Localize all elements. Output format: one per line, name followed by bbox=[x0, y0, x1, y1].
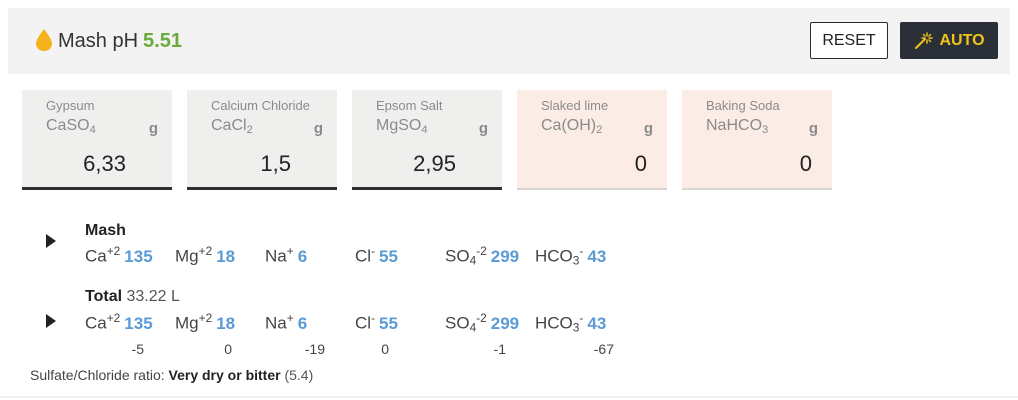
mash-ion-ca: Ca+2 135 bbox=[85, 244, 153, 266]
auto-button-label: AUTO bbox=[939, 31, 985, 49]
salt-name: Epsom Salt bbox=[376, 98, 443, 113]
calcium-chloride-amount-input[interactable]: 1,5 bbox=[260, 151, 291, 177]
gypsum-amount-input[interactable]: 6,33 bbox=[83, 151, 126, 177]
salt-formula: MgSO4 bbox=[376, 117, 428, 136]
diff-ca: -5 bbox=[131, 341, 144, 357]
mash-ph-value: 5.51 bbox=[143, 30, 182, 52]
diff-mg: 0 bbox=[224, 341, 232, 357]
reset-button-label: RESET bbox=[822, 31, 876, 49]
salt-name: Slaked lime bbox=[541, 98, 609, 113]
mash-ion-na: Na+ 6 bbox=[265, 244, 308, 266]
salt-formula: CaCl2 bbox=[211, 117, 253, 136]
salt-name: Calcium Chloride bbox=[211, 98, 310, 113]
salt-unit: g bbox=[478, 120, 488, 137]
total-ion-mg: Mg+2 18 bbox=[175, 311, 236, 333]
mash-ion-cl: Cl- 55 bbox=[355, 244, 398, 266]
salt-unit: g bbox=[148, 120, 158, 137]
mash-expand-toggle-icon[interactable] bbox=[46, 234, 56, 248]
salt-card-baking-soda: Baking Soda NaHCO3 g 0 bbox=[682, 90, 832, 190]
mash-ion-hco3: HCO3- 43 bbox=[535, 244, 607, 268]
mash-section-title: Mash bbox=[85, 222, 126, 239]
salt-card-slaked-lime: Slaked lime Ca(OH)2 g 0 bbox=[517, 90, 667, 190]
mash-ph-header: Mash pH 5.51 RESET AUTO bbox=[8, 8, 1010, 74]
total-ion-cl: Cl- 55 bbox=[355, 311, 398, 333]
diff-cl: 0 bbox=[381, 341, 389, 357]
reset-button[interactable]: RESET bbox=[810, 22, 888, 59]
total-expand-toggle-icon[interactable] bbox=[46, 314, 56, 328]
slaked-lime-amount-input[interactable]: 0 bbox=[635, 151, 647, 177]
total-ion-hco3: HCO3- 43 bbox=[535, 311, 607, 335]
mash-ph-display: Mash pH 5.51 bbox=[58, 30, 182, 53]
sulfate-chloride-ratio: Sulfate/Chloride ratio: Very dry or bitt… bbox=[30, 367, 314, 383]
total-ion-so4: SO4-2 299 bbox=[445, 311, 520, 335]
auto-button[interactable]: AUTO bbox=[900, 22, 998, 59]
mash-ion-mg: Mg+2 18 bbox=[175, 244, 236, 266]
salt-card-gypsum: Gypsum CaSO4 g 6,33 bbox=[22, 90, 172, 190]
total-ion-na: Na+ 6 bbox=[265, 311, 308, 333]
magic-wand-icon bbox=[915, 31, 934, 49]
total-section-title: Total 33.22 L bbox=[85, 288, 180, 305]
salt-formula: Ca(OH)2 bbox=[541, 117, 603, 136]
salt-unit: g bbox=[313, 120, 323, 137]
baking-soda-amount-input[interactable]: 0 bbox=[800, 151, 812, 177]
salt-formula: NaHCO3 bbox=[706, 117, 769, 136]
salt-unit: g bbox=[643, 120, 653, 137]
epsom-salt-amount-input[interactable]: 2,95 bbox=[413, 151, 456, 177]
mash-ion-so4: SO4-2 299 bbox=[445, 244, 520, 268]
salt-card-calcium-chloride: Calcium Chloride CaCl2 g 1,5 bbox=[187, 90, 337, 190]
salt-formula: CaSO4 bbox=[46, 117, 96, 136]
mash-ph-label: Mash pH bbox=[58, 30, 139, 52]
diff-so4: -1 bbox=[493, 341, 506, 357]
salt-name: Baking Soda bbox=[706, 98, 780, 113]
diff-hco3: -67 bbox=[593, 341, 614, 357]
total-ion-ca: Ca+2 135 bbox=[85, 311, 153, 333]
salt-card-epsom-salt: Epsom Salt MgSO4 g 2,95 bbox=[352, 90, 502, 190]
diff-na: -19 bbox=[304, 341, 325, 357]
divider bbox=[0, 396, 1018, 398]
water-drop-icon bbox=[36, 29, 52, 51]
salt-unit: g bbox=[808, 120, 818, 137]
salt-name: Gypsum bbox=[46, 98, 95, 113]
